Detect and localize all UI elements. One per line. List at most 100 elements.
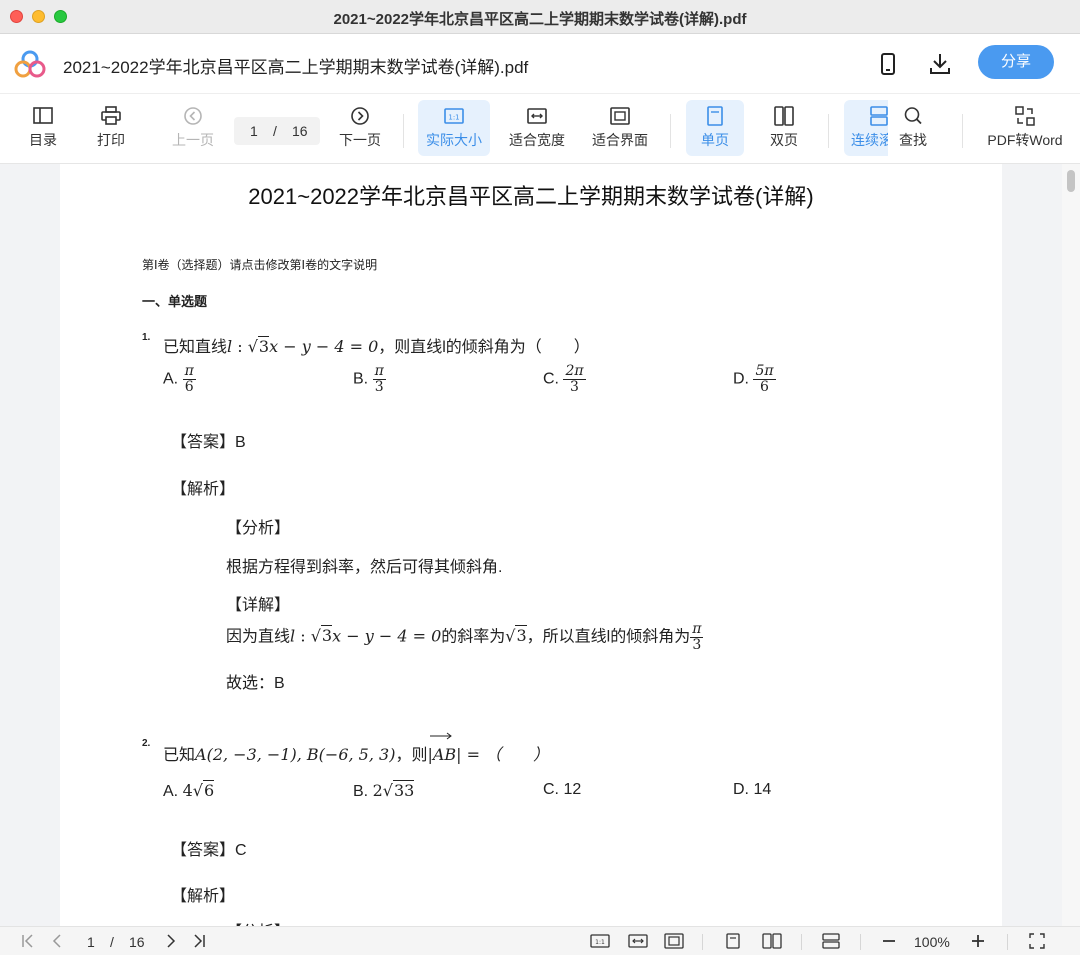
phone-icon[interactable] [874,50,902,78]
find-button[interactable]: 查找 [890,100,936,156]
q2-stem-prefix: 已知 [163,747,196,764]
status-divider [801,934,802,950]
q1-detail-sqrt2: 3 [515,625,527,646]
fit-width-label: 适合宽度 [509,132,565,148]
vector-arrow-icon [430,732,452,740]
section-note: 第Ⅰ卷（选择题）请点击修改第Ⅰ卷的文字说明 [142,258,378,272]
q2-option-a-label: A. [163,783,179,800]
document-viewer[interactable]: 2021~2022学年北京昌平区高二上学期期末数学试卷(详解) 第Ⅰ卷（选择题）… [0,164,1080,926]
next-page-button[interactable]: 下一页 [334,100,386,156]
single-page-icon [707,106,723,126]
first-page-icon[interactable] [20,933,38,949]
status-continuous-icon[interactable] [821,933,841,949]
last-page-icon[interactable] [190,933,208,949]
q1-stem-suffix: ，则直线l的倾斜角为（ ） [378,339,590,356]
pdf-page: 2021~2022学年北京昌平区高二上学期期末数学试卷(详解) 第Ⅰ卷（选择题）… [60,164,1002,926]
next-page-label: 下一页 [339,132,381,148]
toolbar-divider [828,114,829,148]
continuous-scroll-button[interactable]: 连续滚 [844,100,888,156]
q1-detail-frac-den: 3 [692,636,702,653]
zoom-in-icon[interactable] [970,933,986,949]
q1-option-c: C. 2π 3 [543,364,586,394]
svg-text:1:1: 1:1 [595,939,605,946]
status-divider [860,934,861,950]
q1-detail-mid: 的斜率为 [441,628,506,646]
prev-page-label: 上一页 [172,132,214,148]
q1-option-a: A. π6 [163,364,196,394]
share-button[interactable]: 分享 [978,45,1054,79]
toolbar-divider [403,114,404,148]
vertical-scrollbar[interactable] [1062,164,1080,926]
scrollbar-thumb[interactable] [1067,170,1075,192]
zoom-out-icon[interactable] [881,933,897,949]
fit-width-button[interactable]: 适合宽度 [504,100,570,156]
actual-size-button[interactable]: 1:1 实际大小 [418,100,490,156]
q1-option-b-label: B. [353,370,369,388]
fit-page-button[interactable]: 适合界面 [586,100,654,156]
status-bar: 1 / 16 1:1 100% [0,926,1080,955]
q2-stem-then: ，则 [395,747,428,764]
double-page-button[interactable]: 双页 [758,100,810,156]
status-fit-width-icon[interactable] [628,933,648,949]
toolbar-divider [670,114,671,148]
q2-analysis-sub: 【分析】 [226,918,290,926]
status-page-total: 16 [129,934,145,950]
convert-icon [1015,106,1035,126]
toc-button[interactable]: 目录 [18,100,68,156]
question-1-stem: 已知直线l : √3x − y − 4 = 0，则直线l的倾斜角为（ ） [163,336,590,356]
q2-answer: 【答案】C [171,842,247,859]
prev-circle-icon [184,107,202,125]
q2-stem-math: A(2, −3, −1), B(−6, 5, 3) [195,745,396,764]
status-divider [702,934,703,950]
q1-detail-sqrt: 3 [320,625,333,646]
q1-option-b-num: π [372,363,386,380]
prev-page-button[interactable]: 上一页 [166,100,220,156]
q1-analysis-text: 根据方程得到斜率，然后可得其倾斜角. [226,559,503,576]
continuous-scroll-icon [870,106,888,126]
status-fit-page-icon[interactable] [664,933,684,949]
actual-size-icon: 1:1 [444,108,464,124]
q2-option-d: D. 14 [733,781,772,798]
fit-page-icon [610,107,630,125]
fit-width-icon [527,108,547,124]
toc-icon [33,107,53,124]
q1-stem-prefix: 已知直线 [163,339,228,356]
fullscreen-icon[interactable] [1028,933,1046,949]
print-label: 打印 [97,132,125,148]
next-page-icon[interactable] [162,933,180,949]
download-icon[interactable] [926,50,954,78]
q1-detail-colon: : [295,626,311,646]
file-name: 2021~2022学年北京昌平区高二上学期期末数学试卷(详解).pdf [63,58,529,77]
status-actual-size-icon[interactable]: 1:1 [590,933,610,949]
status-page-current[interactable]: 1 [87,934,95,950]
pdf-to-word-button[interactable]: PDF转Word [982,100,1068,156]
q1-option-c-label: C. [543,370,559,388]
q1-detail-rest: x − y − 4 = 0 [332,626,442,646]
q1-option-a-label: A. [163,370,179,388]
prev-page-icon[interactable] [48,933,66,949]
app-header: 2021~2022学年北京昌平区高二上学期期末数学试卷(详解).pdf 分享 [0,34,1080,94]
q1-option-a-num: π [182,363,196,380]
q1-option-b-den: 3 [374,378,384,395]
question-2-number: 2. [142,738,151,749]
page-number-box[interactable]: 1 / 16 [234,117,320,145]
q1-option-c-num: 2π [563,363,586,380]
q2-option-b-label: B. [353,783,369,800]
fit-page-label: 适合界面 [592,132,648,148]
status-single-page-icon[interactable] [724,933,742,949]
page-current: 1 [250,123,258,139]
q1-detail-text: 因为直线l : √3x − y − 4 = 0的斜率为√3，所以直线l的倾斜角为… [226,621,704,653]
zoom-level[interactable]: 100% [914,934,950,950]
continuous-scroll-label: 连续滚 [851,132,888,148]
q1-option-a-den: 6 [184,378,194,395]
toolbar: 目录 打印 上一页 1 / 16 下一页 1:1 实际大小 适合宽度 适合界面 … [0,94,1080,164]
q1-option-d-den: 6 [760,378,769,395]
status-double-page-icon[interactable] [762,933,782,949]
q2-option-a-sqrt: 6 [202,780,215,800]
document-title: 2021~2022学年北京昌平区高二上学期期末数学试卷(详解) [248,184,814,209]
print-button[interactable]: 打印 [88,100,134,156]
toc-label: 目录 [29,132,57,148]
single-page-button[interactable]: 单页 [686,100,744,156]
q1-detail-suffix: ，所以直线l的倾斜角为 [526,628,691,646]
page-total: 16 [292,123,308,139]
